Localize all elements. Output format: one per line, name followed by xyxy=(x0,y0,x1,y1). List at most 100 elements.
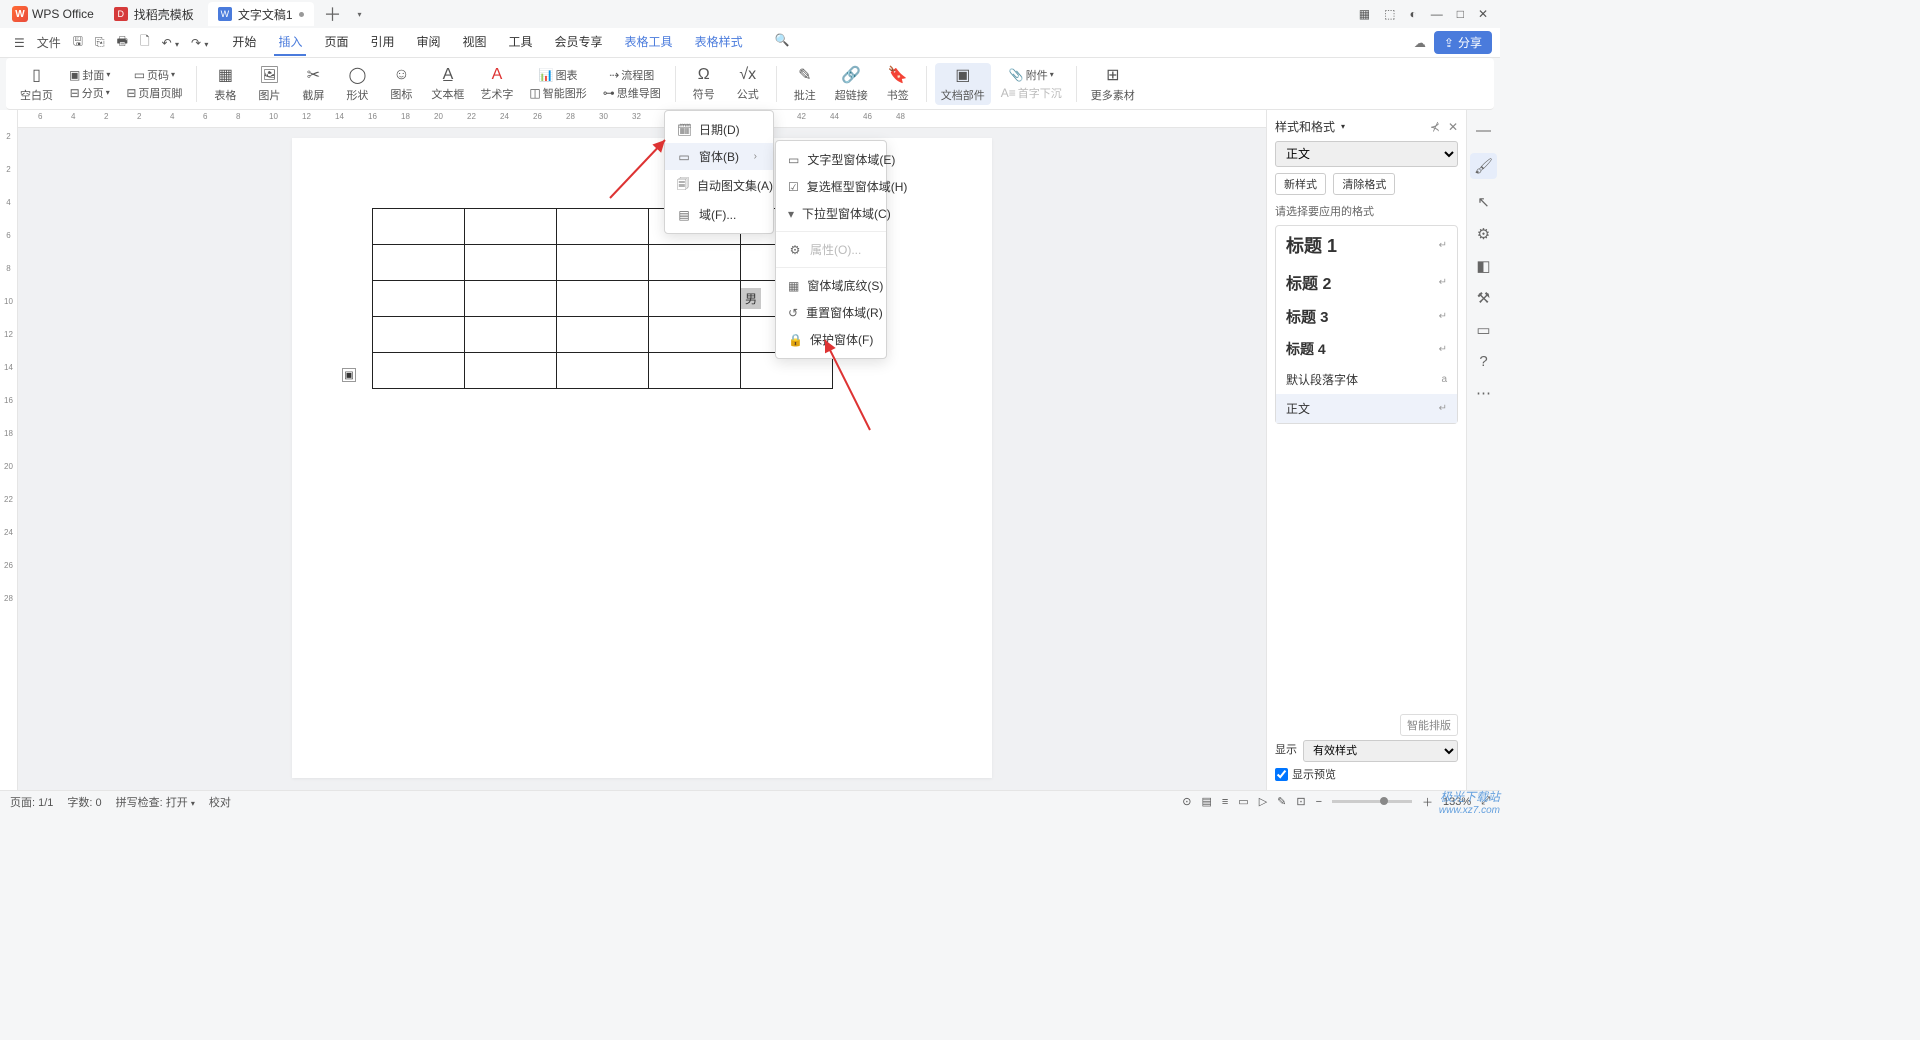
show-select[interactable]: 有效样式 xyxy=(1303,740,1458,762)
view-focus-icon[interactable]: ⊙ xyxy=(1182,795,1191,808)
tab-templates[interactable]: D 找稻壳模板 xyxy=(104,2,204,26)
save-icon[interactable]: 🖫 xyxy=(67,28,89,57)
menu-member[interactable]: 会员专享 xyxy=(551,29,607,56)
flowchart-button[interactable]: ⇢ 流程图 xyxy=(597,66,667,84)
menu-tool[interactable]: 工具 xyxy=(505,29,537,56)
table-handle-icon[interactable]: ▣ xyxy=(342,368,356,382)
settings-icon[interactable]: ⚙ xyxy=(1477,225,1490,243)
view-read-icon[interactable]: ▷ xyxy=(1259,795,1267,808)
preview-icon[interactable]: 🗋 xyxy=(134,28,156,57)
menu-table-style[interactable]: 表格样式 xyxy=(691,29,747,56)
cloud-icon[interactable]: ☁ xyxy=(1414,36,1426,50)
menu-reset[interactable]: ↺重置窗体域(R) xyxy=(776,299,886,326)
help-icon[interactable]: ? xyxy=(1479,353,1487,370)
menu-protect[interactable]: 🔒保护窗体(F) xyxy=(776,326,886,353)
current-style-select[interactable]: 正文 xyxy=(1275,141,1458,167)
cube-icon[interactable]: ⬚ xyxy=(1384,7,1395,21)
smartart-button[interactable]: ◫ 智能图形 xyxy=(523,84,592,102)
menu-icon[interactable]: ☰ xyxy=(8,32,31,54)
zoom-out-icon[interactable]: − xyxy=(1316,796,1322,808)
status-spell[interactable]: 拼写检查: 打开 ▾ xyxy=(116,794,195,810)
menu-field[interactable]: ▤域(F)... xyxy=(665,201,773,228)
menu-view[interactable]: 视图 xyxy=(459,29,491,56)
undo-icon[interactable]: ↶ ▾ xyxy=(156,32,185,54)
close-button[interactable]: ✕ xyxy=(1478,7,1488,21)
panel-close-icon[interactable]: ✕ xyxy=(1448,120,1458,134)
view-outline-icon[interactable]: ≡ xyxy=(1222,796,1228,808)
textbox-button[interactable]: A̲文本框 xyxy=(425,64,470,104)
menu-checkbox-field[interactable]: ☑复选框型窗体域(H) xyxy=(776,173,886,200)
menu-ref[interactable]: 引用 xyxy=(366,29,398,56)
style-body[interactable]: 正文↵ xyxy=(1276,394,1457,423)
style-h2[interactable]: 标题 2↵ xyxy=(1276,264,1457,300)
menu-table-tool[interactable]: 表格工具 xyxy=(621,29,677,56)
chart-button[interactable]: 📊 图表 xyxy=(523,66,592,84)
blank-page-button[interactable]: ▯空白页 xyxy=(14,63,59,105)
more-dots-icon[interactable]: ⋯ xyxy=(1476,384,1491,402)
style-h3[interactable]: 标题 3↵ xyxy=(1276,300,1457,333)
more-assets-button[interactable]: ⊞更多素材 xyxy=(1085,63,1141,105)
hyperlink-button[interactable]: 🔗超链接 xyxy=(829,63,874,105)
page-area[interactable]: ▣ 男 xyxy=(18,128,1266,790)
tab-document[interactable]: W 文字文稿1 xyxy=(208,2,314,26)
wordart-button[interactable]: A艺术字 xyxy=(474,64,519,104)
collapse-icon[interactable]: — xyxy=(1476,122,1491,139)
export-icon[interactable]: ⎘ xyxy=(89,31,111,54)
clear-format-button[interactable]: 清除格式 xyxy=(1333,173,1395,195)
preview-checkbox[interactable]: 显示预览 xyxy=(1275,766,1458,782)
view-marks-icon[interactable]: ✎ xyxy=(1277,795,1286,808)
zoom-slider[interactable] xyxy=(1332,800,1412,803)
menu-autotext[interactable]: 🗐自动图文集(A)› xyxy=(665,170,773,201)
cell-value[interactable]: 男 xyxy=(741,288,761,309)
avatar-icon[interactable]: ◐ xyxy=(1409,7,1416,21)
menu-combobox-field[interactable]: ▾下拉型窗体域(C) xyxy=(776,200,886,227)
tools-icon[interactable]: ⚒ xyxy=(1477,289,1490,307)
zoom-in-icon[interactable]: ＋ xyxy=(1422,794,1433,810)
style-h1[interactable]: 标题 1↵ xyxy=(1276,226,1457,264)
comment-button[interactable]: ✎批注 xyxy=(785,63,825,105)
menu-text-field[interactable]: ▭文字型窗体域(E) xyxy=(776,146,886,173)
style-h4[interactable]: 标题 4↵ xyxy=(1276,333,1457,365)
web-icon[interactable]: ▭ xyxy=(1476,321,1490,339)
pin-icon[interactable]: ⊀ xyxy=(1430,120,1440,134)
cover-button[interactable]: ▣ 封面▾ xyxy=(63,66,116,84)
header-footer-button[interactable]: ⊟ 页眉页脚 xyxy=(120,84,188,102)
menu-review[interactable]: 审阅 xyxy=(412,29,444,56)
symbol-button[interactable]: Ω符号 xyxy=(684,64,724,104)
smart-layout-button[interactable]: 智能排版 xyxy=(1400,714,1458,736)
docparts-button[interactable]: ▣文档部件 xyxy=(935,63,991,105)
shape-button[interactable]: ◯形状 xyxy=(337,63,377,105)
mindmap-button[interactable]: ⊶ 思维导图 xyxy=(597,84,667,102)
section-button[interactable]: ⊟ 分页▾ xyxy=(63,84,116,102)
new-style-button[interactable]: 新样式 xyxy=(1275,173,1326,195)
menu-page[interactable]: 页面 xyxy=(320,29,352,56)
brush-icon[interactable]: 🖌 xyxy=(1470,153,1497,179)
screenshot-button[interactable]: ✂截屏 xyxy=(293,63,333,105)
tab-more-button[interactable]: ▾ xyxy=(350,10,370,19)
attach-button[interactable]: 📎 附件▾ xyxy=(995,66,1068,84)
menu-date[interactable]: 🗓日期(D) xyxy=(665,116,773,143)
status-page[interactable]: 页面: 1/1 xyxy=(10,794,53,810)
fit-icon[interactable]: ⊡ xyxy=(1296,795,1305,808)
layers-icon[interactable]: ◧ xyxy=(1476,257,1490,275)
status-proof[interactable]: 校对 xyxy=(209,794,231,810)
search-icon[interactable]: 🔍 xyxy=(771,29,794,56)
print-icon[interactable]: 🖶 xyxy=(111,28,134,57)
cursor-icon[interactable]: ↖ xyxy=(1477,193,1490,211)
file-menu[interactable]: 文件 xyxy=(31,30,67,55)
picture-button[interactable]: 🖼图片 xyxy=(249,63,289,105)
status-words[interactable]: 字数: 0 xyxy=(67,794,101,810)
table-button[interactable]: ▦表格 xyxy=(205,63,245,105)
menu-shading[interactable]: ▦窗体域底纹(S) xyxy=(776,272,886,299)
view-web-icon[interactable]: ▭ xyxy=(1238,795,1248,808)
document-table[interactable]: 男 xyxy=(372,208,833,389)
menu-form[interactable]: ▭窗体(B)› xyxy=(665,143,773,170)
menu-start[interactable]: 开始 xyxy=(228,29,260,56)
bookmark-button[interactable]: 🔖书签 xyxy=(878,63,918,105)
view-print-icon[interactable]: ▤ xyxy=(1201,795,1211,808)
style-default[interactable]: 默认段落字体a xyxy=(1276,365,1457,394)
zoom-value[interactable]: 133% xyxy=(1443,796,1471,808)
formula-button[interactable]: √x公式 xyxy=(728,64,768,104)
pagenum-button[interactable]: ▭ 页码▾ xyxy=(120,66,188,84)
expand-icon[interactable]: ⤢ xyxy=(1481,795,1490,808)
